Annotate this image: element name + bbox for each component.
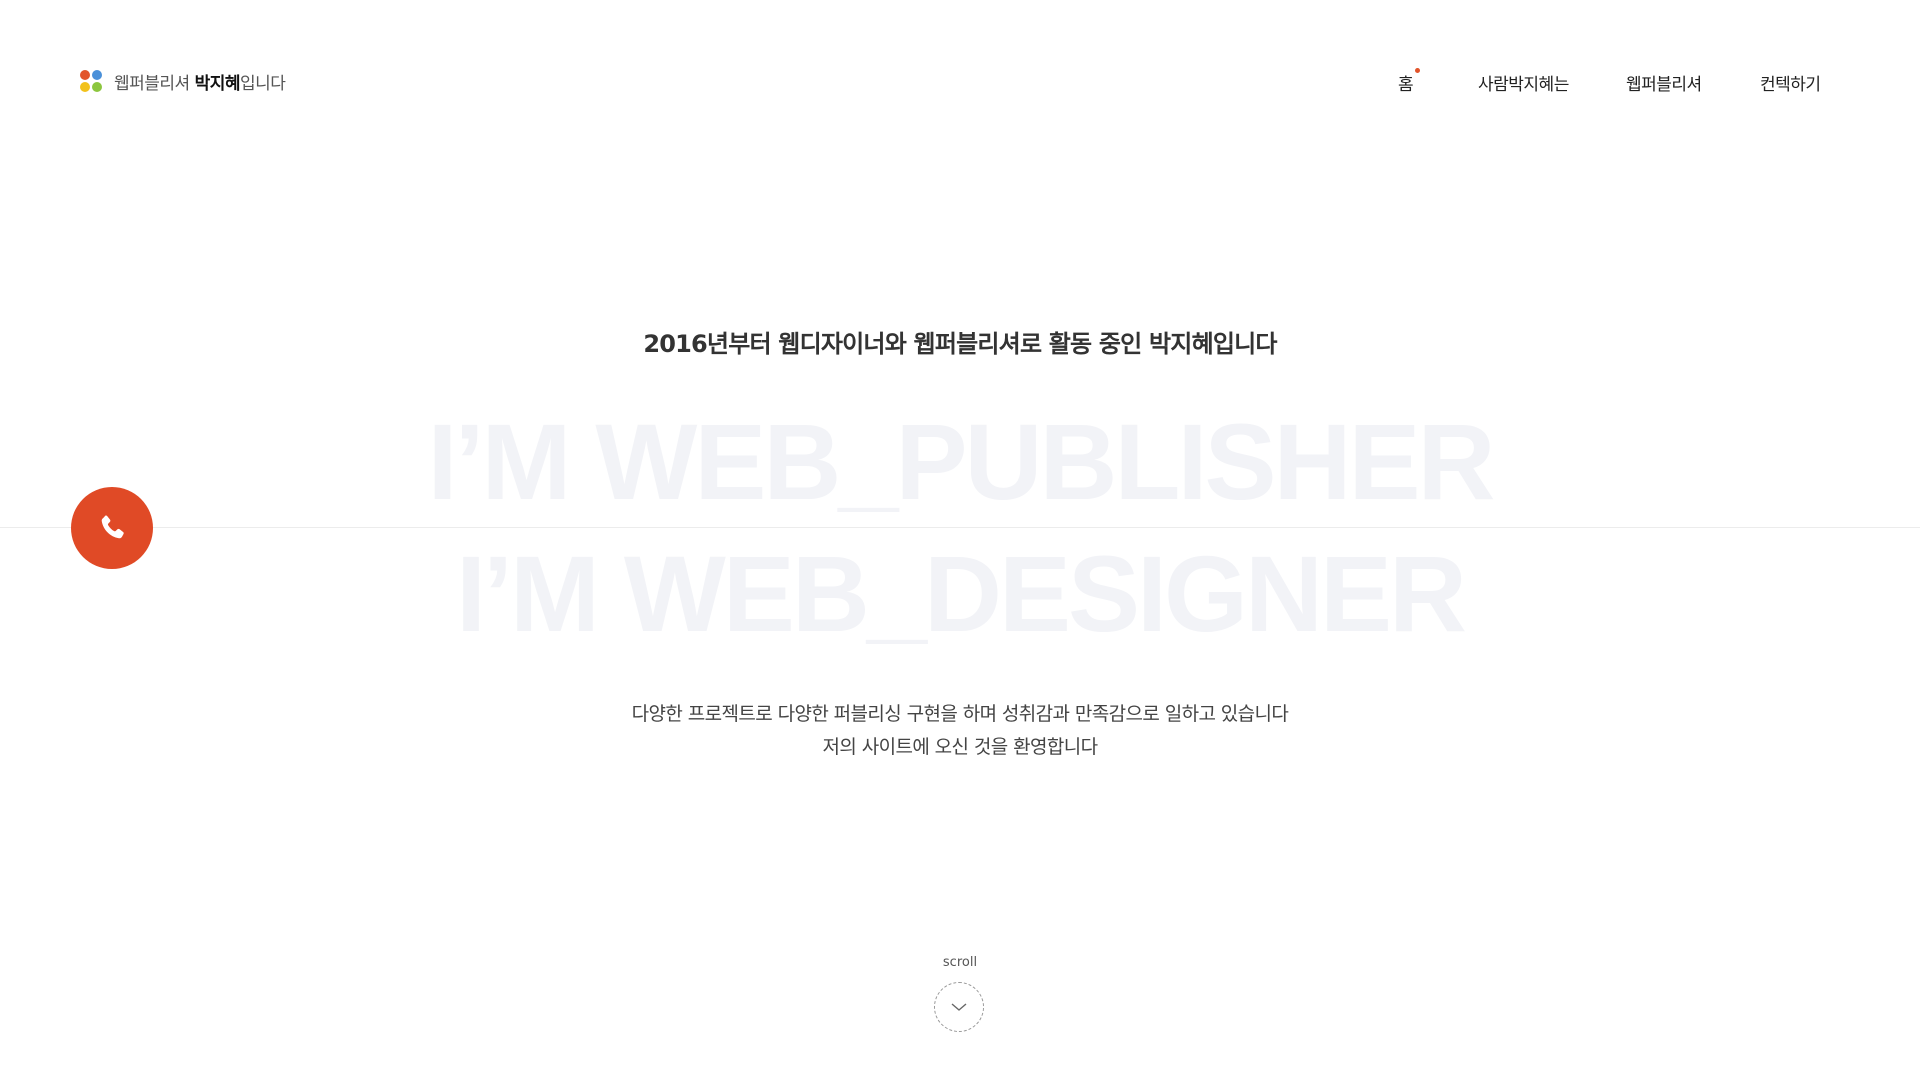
hero-title: 2016년부터 웹디자이너와 웹퍼블리셔로 활동 중인 박지혜입니다	[643, 330, 1277, 358]
scroll-down-button[interactable]	[934, 982, 984, 1032]
nav-item-contact[interactable]: 컨텍하기	[1760, 70, 1821, 95]
hero-bg-text-publisher: I’M WEB_PUBLISHER	[427, 401, 1495, 522]
nav-active-indicator	[1415, 68, 1420, 73]
hero-description: 다양한 프로젝트로 다양한 퍼블리싱 구현을 하며 성취감과 만족감으로 일하고…	[0, 698, 1920, 764]
scroll-label: scroll	[942, 955, 978, 970]
chevron-down-icon	[951, 1003, 967, 1011]
page: 웹퍼블리셔 박지혜입니다 홈 사람박지혜는 웹퍼블리셔 컨텍하기 2016년부터…	[0, 0, 1920, 1080]
hero-bg-text-designer: I’M WEB_DESIGNER	[455, 533, 1467, 654]
phone-icon	[101, 515, 124, 539]
call-button[interactable]	[71, 487, 153, 569]
hero-divider	[0, 527, 1920, 528]
main-nav: 홈 사람박지혜는 웹퍼블리셔 컨텍하기	[0, 70, 1920, 95]
hero-description-line-1: 다양한 프로젝트로 다양한 퍼블리싱 구현을 하며 성취감과 만족감으로 일하고…	[631, 703, 1289, 725]
nav-item-publisher[interactable]: 웹퍼블리셔	[1626, 70, 1702, 95]
nav-item-home[interactable]: 홈	[1398, 70, 1414, 95]
nav-item-about[interactable]: 사람박지혜는	[1478, 70, 1569, 95]
hero-description-line-2: 저의 사이트에 오신 것을 환영합니다	[822, 736, 1099, 758]
